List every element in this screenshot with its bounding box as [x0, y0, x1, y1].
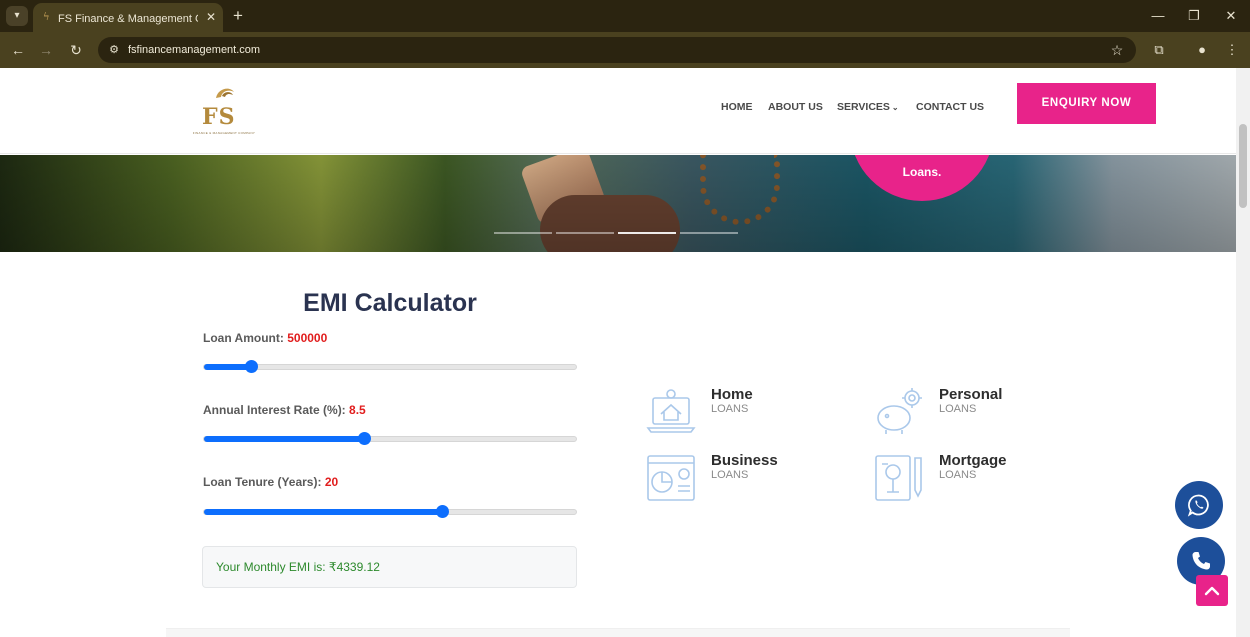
- browser-tab-active[interactable]: ϟ FS Finance & Management Com ✕: [33, 3, 223, 32]
- chart-report-icon: [647, 455, 695, 501]
- nav-services-label: SERVICES: [837, 101, 890, 113]
- emi-calculator-title: EMI Calculator: [303, 289, 477, 317]
- tenure-value: 20: [324, 475, 339, 489]
- loan-subtitle: LOANS: [939, 469, 977, 481]
- page-viewport: FS FINANCE & MANAGEMENT COMPANY HOME ABO…: [0, 68, 1250, 637]
- slider-dot[interactable]: [494, 232, 552, 234]
- nav-about-us[interactable]: ABOUT US: [768, 100, 823, 114]
- loan-title: Personal: [939, 386, 1003, 403]
- loan-amount-slider[interactable]: [203, 360, 577, 373]
- site-header: FS FINANCE & MANAGEMENT COMPANY HOME ABO…: [0, 68, 1236, 154]
- tenure-label: Loan Tenure (Years): 20: [203, 475, 339, 489]
- loan-subtitle: LOANS: [939, 403, 977, 415]
- close-window-icon[interactable]: ✕: [1221, 6, 1241, 26]
- slider-fill: [204, 436, 364, 442]
- address-bar[interactable]: ⚙ fsfinancemanagement.com ☆: [98, 37, 1136, 63]
- extensions-icon[interactable]: ⧉: [1149, 40, 1169, 60]
- loan-amount-value: 500000: [287, 331, 328, 345]
- nav-contact-us[interactable]: CONTACT US: [916, 100, 984, 114]
- new-tab-button[interactable]: +: [228, 6, 248, 26]
- nav-services[interactable]: SERVICES ⌄: [837, 100, 899, 114]
- chevron-down-icon: ⌄: [891, 103, 899, 112]
- slider-dot-active[interactable]: [618, 232, 676, 234]
- loan-title: Mortgage: [939, 452, 1007, 469]
- tab-title: FS Finance & Management Com: [58, 13, 198, 25]
- loan-card-home[interactable]: Home LOANS: [646, 386, 856, 442]
- whatsapp-icon: [1187, 494, 1209, 517]
- loan-title: Business: [711, 452, 778, 469]
- whatsapp-button[interactable]: [1175, 481, 1223, 529]
- loan-subtitle: LOANS: [711, 469, 749, 481]
- page-scrollbar[interactable]: [1236, 68, 1250, 637]
- document-pen-icon: [875, 455, 922, 501]
- reload-icon[interactable]: ↻: [66, 40, 86, 60]
- slider-dot[interactable]: [680, 232, 738, 234]
- loan-title: Home: [711, 386, 753, 403]
- slider-thumb[interactable]: [436, 505, 450, 518]
- logo-swirl-icon: [216, 88, 234, 98]
- loan-amount-label: Loan Amount: 500000: [203, 331, 328, 345]
- slider-thumb[interactable]: [244, 360, 258, 373]
- tenure-slider[interactable]: [203, 505, 577, 518]
- next-section-edge: [166, 628, 1070, 637]
- loan-subtitle: LOANS: [711, 403, 749, 415]
- hero-circle-text: Loans.: [902, 165, 942, 179]
- interest-rate-label: Annual Interest Rate (%): 8.5: [203, 403, 366, 417]
- slider-thumb[interactable]: [357, 432, 371, 445]
- laptop-house-icon: [646, 389, 696, 433]
- minimize-icon[interactable]: —: [1148, 6, 1168, 26]
- forward-icon[interactable]: →: [36, 40, 56, 60]
- enquiry-now-button[interactable]: ENQUIRY NOW: [1017, 83, 1156, 124]
- slider-dot[interactable]: [556, 232, 614, 234]
- interest-rate-value: 8.5: [349, 403, 366, 417]
- emi-result-text: Your Monthly EMI is: ₹4339.12: [216, 560, 380, 574]
- phone-icon: [1192, 552, 1210, 570]
- scrollbar-thumb[interactable]: [1239, 124, 1247, 208]
- tab-search-button[interactable]: ▾: [6, 6, 28, 26]
- loan-card-business[interactable]: Business LOANS: [646, 452, 856, 508]
- interest-rate-slider[interactable]: [203, 432, 577, 445]
- piggy-bank-icon: [877, 388, 922, 434]
- site-favicon-icon: ϟ: [43, 12, 50, 23]
- tab-close-icon[interactable]: ✕: [203, 9, 219, 25]
- slider-fill: [204, 509, 443, 515]
- logo-text: FS: [202, 104, 236, 130]
- browser-tab-strip: ▾ ϟ FS Finance & Management Com ✕ + — ❐ …: [0, 0, 1250, 32]
- profile-icon[interactable]: ●: [1192, 40, 1212, 60]
- scroll-to-top-button[interactable]: [1196, 575, 1228, 606]
- restore-icon[interactable]: ❐: [1184, 6, 1204, 26]
- loan-card-mortgage[interactable]: Mortgage LOANS: [874, 452, 1084, 508]
- site-info-icon[interactable]: ⚙: [106, 42, 122, 58]
- nav-home[interactable]: HOME: [721, 100, 753, 114]
- bookmark-star-icon[interactable]: ☆: [1108, 41, 1126, 59]
- loan-card-personal[interactable]: Personal LOANS: [874, 386, 1084, 442]
- emi-result-box: Your Monthly EMI is: ₹4339.12: [202, 546, 577, 588]
- menu-kebab-icon[interactable]: ⋮: [1222, 40, 1242, 60]
- url-text[interactable]: fsfinancemanagement.com: [128, 42, 260, 58]
- slider-fill: [204, 364, 251, 370]
- site-logo[interactable]: FS FINANCE & MANAGEMENT COMPANY: [182, 82, 266, 140]
- slider-indicators: [494, 232, 742, 234]
- chevron-up-icon: [1204, 586, 1220, 596]
- back-icon[interactable]: ←: [8, 40, 28, 60]
- logo-subtext: FINANCE & MANAGEMENT COMPANY: [192, 131, 256, 135]
- hero-banner: Loans.: [0, 155, 1236, 252]
- browser-toolbar: ← → ↻ ⚙ fsfinancemanagement.com ☆ ⧉ ● ⋮: [0, 32, 1250, 68]
